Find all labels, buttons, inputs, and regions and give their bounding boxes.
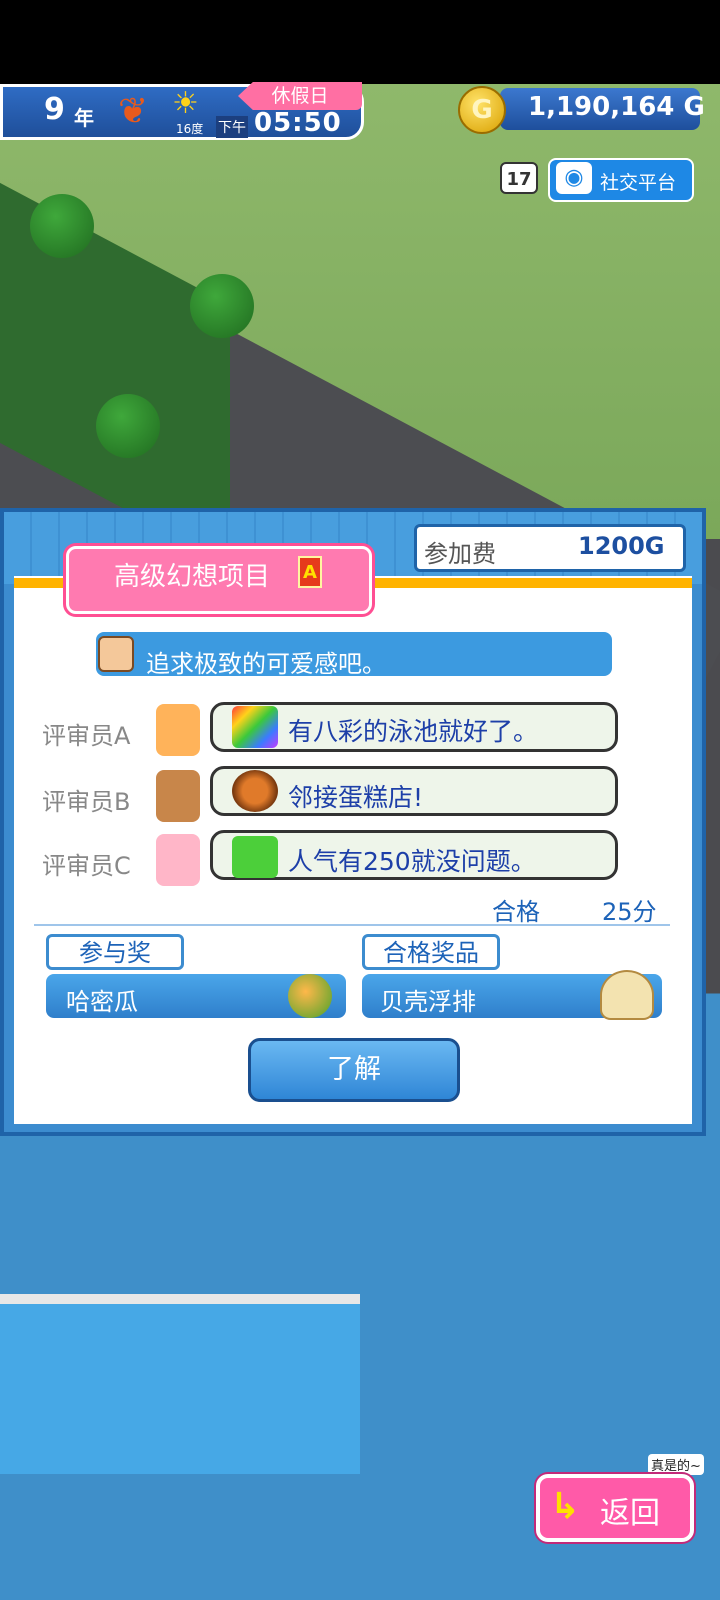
holiday-badge: 休假日 (238, 82, 362, 110)
pass-label: 合格 (492, 898, 540, 926)
sun-icon: ☀ (172, 86, 199, 121)
coin-icon: G (458, 86, 506, 134)
host-avatar-icon (98, 636, 134, 672)
judge-b-label: 评审员B (42, 788, 131, 816)
judge-a-label: 评审员A (42, 722, 131, 750)
shell-float-icon (600, 970, 654, 1020)
year-number: 9 (44, 92, 65, 127)
ampm-indicator: 下午 (216, 116, 248, 138)
ok-button[interactable]: 了解 (248, 1038, 460, 1102)
rainbow-pool-icon (232, 706, 278, 748)
camera-icon[interactable]: ◉ (556, 162, 592, 194)
judge-a-comment: 有八彩的泳池就好了。 (288, 717, 539, 746)
return-arrow-icon[interactable]: ↳ (550, 1486, 580, 1527)
rank-badge: A (298, 556, 322, 588)
tree (190, 274, 254, 338)
judge-c-label: 评审员C (42, 852, 131, 880)
melon-icon (288, 974, 332, 1018)
pass-score: 25分 (602, 898, 657, 926)
pass-divider (34, 924, 670, 926)
judge-c-comment: 人气有250就没问题。 (288, 847, 536, 876)
goal-text: 追求极致的可爱感吧。 (146, 650, 386, 678)
swimming-pool (0, 1294, 360, 1474)
participation-prize-name: 哈密瓜 (66, 988, 138, 1016)
participation-prize-tag: 参与奖 (46, 934, 184, 970)
pass-prize-name: 贝壳浮排 (380, 988, 476, 1016)
tree (96, 394, 160, 458)
social-platform-label[interactable]: 社交平台 (600, 168, 676, 195)
year-unit: 年 (74, 106, 94, 130)
back-label[interactable]: 返回 (600, 1488, 660, 1532)
age-rating-badge: 17 (500, 162, 538, 194)
contest-title: 高级幻想项目 (114, 562, 271, 592)
entry-fee-label: 参加费 (424, 540, 496, 568)
judge-a-avatar-icon (156, 704, 200, 756)
judge-c-avatar-icon (156, 834, 200, 886)
clock-time: 05:50 (254, 108, 342, 138)
pass-prize-tag: 合格奖品 (362, 934, 500, 970)
visitor-speech-bubble: 真是的~ (648, 1454, 704, 1475)
maple-leaf-icon: ❦ (118, 91, 149, 132)
money-amount: 1,190,164 G (528, 92, 705, 122)
cake-shop-icon (232, 770, 278, 812)
tree (30, 194, 94, 258)
temperature: 16度 (176, 122, 204, 136)
judge-b-avatar-icon (156, 770, 200, 822)
judge-b-comment: 邻接蛋糕店! (288, 783, 424, 812)
entry-fee-value: 1200G (578, 532, 665, 560)
popularity-icon (232, 836, 278, 878)
